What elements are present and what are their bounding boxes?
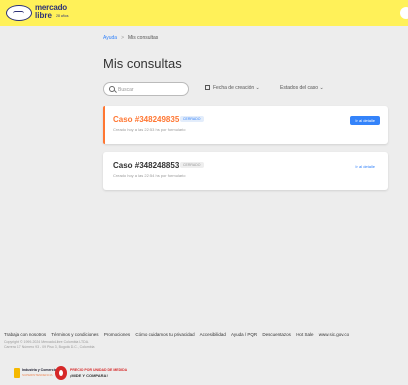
status-badge: Cerrado [180,162,204,168]
footer-link[interactable]: Promociones [104,332,130,337]
handshake-icon [6,5,32,21]
search-input[interactable] [118,85,184,94]
page-title: Mis consultas [103,56,182,71]
sic-mark-icon [14,368,20,378]
case-title[interactable]: Caso #348249835 [113,115,179,124]
footer-link[interactable]: Cómo cuidamos tu privacidad [135,332,194,337]
footer-link[interactable]: Accesibilidad [200,332,226,337]
search-box[interactable] [103,82,189,96]
calendar-icon [205,85,210,90]
case-subtitle: Creado hoy a las 22:54 hs por formulario [113,173,186,178]
case-card[interactable]: Caso #348249835 Cerrado Creado hoy a las… [103,106,388,144]
price-per-unit-logo[interactable]: PRECIO POR UNIDAD DE MEDIDA ¡MIDE Y COMP… [55,366,155,380]
mercadolibre-logo[interactable]: mercado libre 28 años [6,4,76,22]
sic-line1: Industria y Comercio [22,368,57,372]
footer-link[interactable]: Términos y condiciones [51,332,98,337]
status-badge: Cerrado [180,116,204,122]
footer-link[interactable]: Hot Sale [296,332,313,337]
date-filter-dropdown[interactable]: Fecha de creación ⌄ [205,85,260,91]
footer-link[interactable]: Descuentazos [262,332,291,337]
sic-logo[interactable]: Industria y Comercio SUPERINTENDENCIA [14,367,57,379]
top-bar: mercado libre 28 años [0,0,408,26]
sic-line2: SUPERINTENDENCIA [22,373,53,377]
price-mark-icon [55,366,67,380]
detail-button[interactable]: Ir al detalle [350,116,380,125]
footer-address: Carrera 17 Número 93 - 09 Piso 3, Bogotá… [4,345,95,349]
footer-links: Trabaja con nosotros Términos y condicio… [4,332,408,337]
logo-word-libre: libre [35,11,52,20]
chevron-down-icon: ⌄ [319,85,324,91]
footer-link[interactable]: Trabaja con nosotros [4,332,46,337]
breadcrumb-separator: > [121,35,125,41]
user-avatar-icon[interactable] [400,7,408,19]
footer-link[interactable]: Ayuda / PQR [231,332,257,337]
price-line2: ¡MIDE Y COMPARA! [70,373,108,378]
chevron-down-icon: ⌄ [255,85,260,91]
breadcrumb: Ayuda > Mis consultas [103,35,158,41]
date-filter-label: Fecha de creación [213,85,255,91]
footer-link[interactable]: www.sic.gov.co [319,332,349,337]
price-line1: PRECIO POR UNIDAD DE MEDIDA [70,368,128,372]
breadcrumb-current: Mis consultas [128,35,159,41]
search-icon [109,86,115,92]
case-subtitle: Creado hoy a las 22:53 hs por formulario [113,127,186,132]
detail-button[interactable]: Ir al detalle [350,162,380,171]
breadcrumb-ayuda[interactable]: Ayuda [103,35,117,41]
case-card[interactable]: Caso #348248853 Cerrado Creado hoy a las… [103,152,388,190]
logo-anniversary: 28 años [56,14,69,18]
state-filter-dropdown[interactable]: Estados del caso ⌄ [280,85,324,91]
state-filter-label: Estados del caso [280,85,319,91]
footer-copyright: Copyright © 1999-2024 MercadoLibre Colom… [4,340,90,344]
case-title[interactable]: Caso #348248853 [113,161,179,170]
